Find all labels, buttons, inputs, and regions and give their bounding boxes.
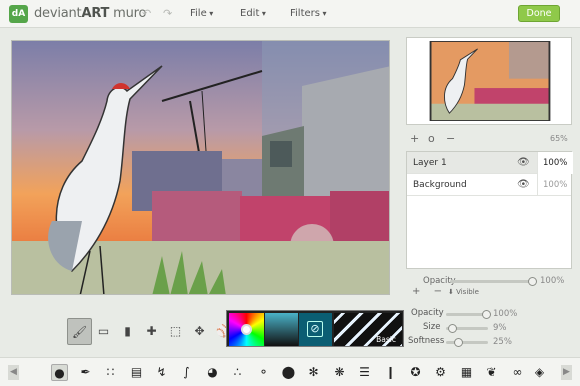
eraser-tool-icon[interactable]: ▭ bbox=[91, 318, 116, 345]
layer-opacity: 100% bbox=[537, 174, 573, 196]
brush-opacity-row: Opacity 100% bbox=[408, 308, 578, 320]
undo-icon[interactable]: ↶ bbox=[142, 7, 151, 20]
line-brush-icon[interactable]: ↯ bbox=[153, 364, 170, 381]
move-tool-icon[interactable]: ✥ bbox=[187, 318, 212, 345]
menu-edit[interactable]: Edit bbox=[240, 8, 266, 19]
hue-wheel[interactable] bbox=[229, 313, 264, 346]
drip-brush-icon[interactable]: ⬤ bbox=[280, 364, 297, 381]
basic-label: Basic bbox=[376, 335, 396, 344]
eye-icon[interactable]: 👁 bbox=[517, 174, 530, 196]
delete-layer-button[interactable]: − bbox=[434, 286, 442, 297]
pie-brush-icon[interactable]: ◕ bbox=[204, 364, 221, 381]
layer-opacity-knob[interactable] bbox=[528, 277, 537, 286]
zoom-reset-button[interactable]: o bbox=[428, 132, 435, 145]
scribble-brush-icon[interactable]: ∫ bbox=[178, 364, 195, 381]
drop-brush-icon[interactable]: ◈ bbox=[531, 364, 548, 381]
zoom-in-button[interactable]: + bbox=[410, 132, 419, 145]
stipple-brush-icon[interactable]: ∷ bbox=[102, 364, 119, 381]
done-button[interactable]: Done bbox=[518, 5, 560, 22]
scroll-left-icon[interactable]: ◀ bbox=[8, 365, 19, 380]
add-layer-button[interactable]: + bbox=[412, 286, 420, 297]
layers-panel: Layer 1 👁 100% Background 👁 100% bbox=[406, 151, 573, 269]
basic-swatches[interactable]: Basic bbox=[334, 313, 402, 346]
menu-filters[interactable]: Filters bbox=[290, 8, 327, 19]
brush-opacity-knob[interactable] bbox=[482, 310, 491, 319]
zoom-out-button[interactable]: − bbox=[446, 132, 455, 145]
navigator-preview[interactable] bbox=[406, 37, 572, 125]
brush-softness-slider[interactable] bbox=[446, 338, 488, 347]
brush-tool-icon[interactable]: 🖌 bbox=[67, 318, 92, 345]
knot-brush-icon[interactable]: ✪ bbox=[407, 364, 424, 381]
layer-name: Layer 1 bbox=[413, 158, 447, 168]
brush-size-slider[interactable] bbox=[446, 324, 488, 333]
deviantart-logo: dA bbox=[9, 5, 28, 23]
spray-brush-icon[interactable]: ∴ bbox=[229, 364, 246, 381]
color-palette: ⊘ Basic bbox=[226, 310, 404, 347]
wheel-brush-icon[interactable]: ⚙ bbox=[432, 364, 449, 381]
mesh-brush-icon[interactable]: ▦ bbox=[458, 364, 475, 381]
layer-row[interactable]: Background 👁 100% bbox=[407, 174, 571, 196]
hue-picker-ring[interactable] bbox=[241, 324, 252, 335]
layer-row[interactable]: Layer 1 👁 100% bbox=[407, 152, 573, 174]
brush-size-label: Size bbox=[423, 322, 441, 332]
artwork-image bbox=[12, 41, 389, 294]
brush-softness-value: 25% bbox=[493, 337, 512, 347]
splat-brush-icon[interactable]: ✻ bbox=[305, 364, 322, 381]
zoom-level: 65% bbox=[550, 134, 568, 143]
brush-opacity-slider[interactable] bbox=[446, 310, 491, 319]
brush-bar: ◀ ● ✒ ∷ ▤ ↯ ∫ ◕ ∴ ⚬ ⬤ ✻ ❋ ☰ ❙ ✪ ⚙ ▦ ❦ ∞ … bbox=[0, 357, 580, 386]
brush-softness-label: Softness bbox=[408, 336, 445, 346]
visible-toggle[interactable]: ⬇ Visible bbox=[448, 288, 479, 296]
scroll-right-icon[interactable]: ▶ bbox=[561, 365, 572, 380]
brush-softness-knob[interactable] bbox=[454, 338, 463, 347]
brush-opacity-label: Opacity bbox=[411, 308, 444, 318]
redo-icon[interactable]: ↷ bbox=[163, 7, 172, 20]
smudge-tool-icon[interactable]: ▮ bbox=[115, 318, 140, 345]
brush-size-value: 9% bbox=[493, 323, 507, 333]
brush-softness-row: Softness 25% bbox=[408, 336, 578, 348]
layer-opacity: 100% bbox=[537, 152, 573, 174]
navigator-thumbnail bbox=[429, 41, 551, 121]
brush-size-knob[interactable] bbox=[448, 324, 457, 333]
select-tool-icon[interactable]: ⬚ bbox=[163, 318, 188, 345]
eyedropper-tool-icon[interactable]: ✚ bbox=[139, 318, 164, 345]
layer-opacity-slider[interactable] bbox=[450, 277, 537, 286]
eye-icon[interactable]: 👁 bbox=[517, 152, 530, 174]
drawing-canvas[interactable] bbox=[11, 40, 390, 295]
bubble-brush-icon[interactable]: ⚬ bbox=[255, 364, 272, 381]
ink-brush-icon[interactable]: ✒ bbox=[77, 364, 94, 381]
hair-brush-icon[interactable]: ☰ bbox=[356, 364, 373, 381]
current-color-swatch[interactable]: ⊘ bbox=[299, 313, 332, 346]
menu-file[interactable]: File bbox=[190, 8, 213, 19]
grass-brush-icon[interactable]: ❋ bbox=[331, 364, 348, 381]
layer-name: Background bbox=[413, 180, 467, 190]
swap-color-icon[interactable]: ⊘ bbox=[307, 321, 323, 337]
swirl-brush-icon[interactable]: ∞ bbox=[509, 364, 526, 381]
hatch-brush-icon[interactable]: ▤ bbox=[128, 364, 145, 381]
column-brush-icon[interactable]: ❙ bbox=[382, 364, 399, 381]
layer-actions: + − bbox=[412, 286, 442, 297]
top-bar: dA deviantART muro ↶ ↷ File Edit Filters… bbox=[0, 0, 580, 28]
shade-picker[interactable] bbox=[265, 313, 298, 346]
brush-size-row: Size 9% bbox=[408, 322, 578, 334]
app-title: deviantART muro bbox=[34, 6, 147, 21]
round-brush-icon[interactable]: ● bbox=[51, 364, 68, 381]
brush-opacity-value: 100% bbox=[493, 309, 518, 319]
layer-opacity-value: 100% bbox=[540, 276, 565, 286]
leaf-brush-icon[interactable]: ❦ bbox=[483, 364, 500, 381]
